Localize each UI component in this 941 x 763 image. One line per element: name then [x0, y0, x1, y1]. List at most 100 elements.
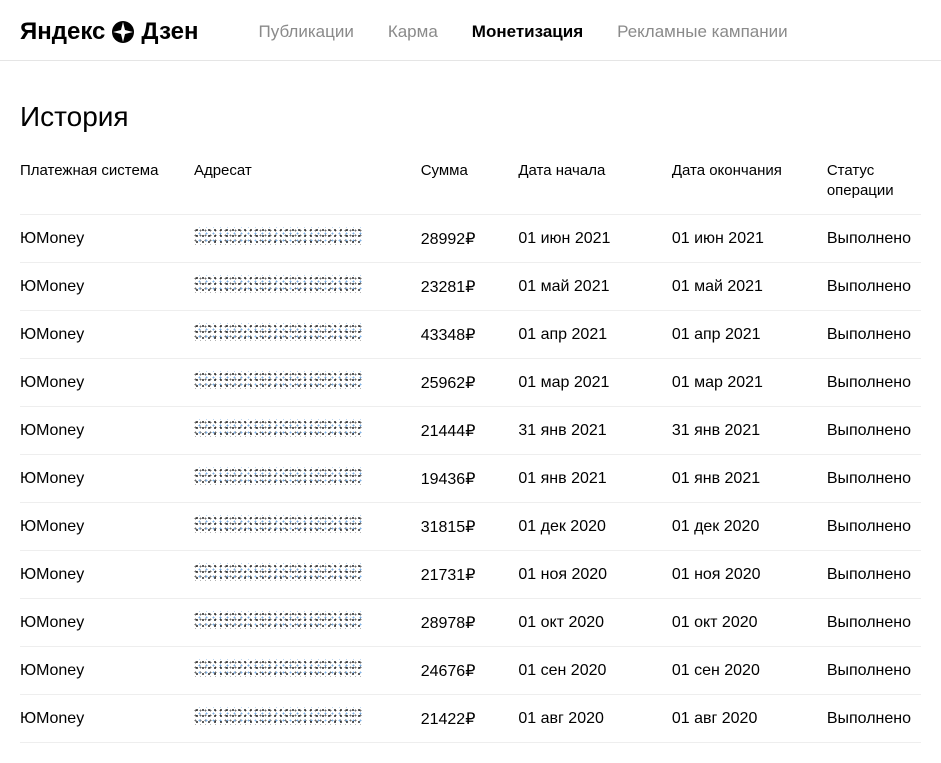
table-row: ЮMoney2467601 сен 202001 сен 2020Выполне… [20, 647, 921, 695]
cell-status: Выполнено [827, 599, 921, 647]
cell-payment-system: ЮMoney [20, 599, 194, 647]
cell-amount: 28978 [421, 599, 519, 647]
th-end-date: Дата окончания [672, 161, 827, 215]
cell-status: Выполнено [827, 647, 921, 695]
cell-end-date: 01 дек 2020 [672, 503, 827, 551]
table-row: ЮMoney2328101 май 202101 май 2021Выполне… [20, 263, 921, 311]
cell-amount: 21422 [421, 695, 519, 743]
table-row: ЮMoney2173101 ноя 202001 ноя 2020Выполне… [20, 551, 921, 599]
header: Яндекс Дзен Публикации Карма Монетизация… [0, 0, 941, 61]
cell-recipient [194, 215, 421, 263]
th-start-date: Дата начала [518, 161, 671, 215]
cell-recipient [194, 359, 421, 407]
cell-recipient [194, 647, 421, 695]
logo-text-dzen: Дзен [141, 18, 198, 46]
cell-recipient [194, 599, 421, 647]
table-header-row: Платежная система Адресат Сумма Дата нач… [20, 161, 921, 215]
cell-status: Выполнено [827, 263, 921, 311]
cell-amount: 23281 [421, 263, 519, 311]
main-nav: Публикации Карма Монетизация Рекламные к… [259, 22, 788, 42]
cell-recipient [194, 455, 421, 503]
logo-text-yandex: Яндекс [20, 18, 105, 46]
logo[interactable]: Яндекс Дзен [20, 18, 199, 46]
cell-end-date: 01 авг 2020 [672, 695, 827, 743]
star-icon [111, 20, 135, 44]
cell-start-date: 01 май 2021 [518, 263, 671, 311]
cell-recipient [194, 263, 421, 311]
cell-start-date: 01 ноя 2020 [518, 551, 671, 599]
history-table: Платежная система Адресат Сумма Дата нач… [20, 161, 921, 743]
cell-status: Выполнено [827, 551, 921, 599]
cell-end-date: 01 сен 2020 [672, 647, 827, 695]
cell-payment-system: ЮMoney [20, 551, 194, 599]
redacted-recipient [194, 563, 364, 581]
cell-start-date: 01 мар 2021 [518, 359, 671, 407]
th-recipient: Адресат [194, 161, 421, 215]
cell-start-date: 31 янв 2021 [518, 407, 671, 455]
content: История Платежная система Адресат Сумма … [0, 61, 941, 763]
table-row: ЮMoney2142201 авг 202001 авг 2020Выполне… [20, 695, 921, 743]
redacted-recipient [194, 371, 364, 389]
redacted-recipient [194, 515, 364, 533]
table-row: ЮMoney3181501 дек 202001 дек 2020Выполне… [20, 503, 921, 551]
table-row: ЮMoney2897801 окт 202001 окт 2020Выполне… [20, 599, 921, 647]
cell-recipient [194, 407, 421, 455]
cell-payment-system: ЮMoney [20, 311, 194, 359]
cell-payment-system: ЮMoney [20, 215, 194, 263]
cell-start-date: 01 янв 2021 [518, 455, 671, 503]
cell-payment-system: ЮMoney [20, 455, 194, 503]
redacted-recipient [194, 323, 364, 341]
cell-end-date: 01 июн 2021 [672, 215, 827, 263]
cell-end-date: 01 мар 2021 [672, 359, 827, 407]
cell-payment-system: ЮMoney [20, 359, 194, 407]
cell-payment-system: ЮMoney [20, 263, 194, 311]
cell-amount: 19436 [421, 455, 519, 503]
cell-recipient [194, 503, 421, 551]
cell-status: Выполнено [827, 359, 921, 407]
cell-end-date: 01 янв 2021 [672, 455, 827, 503]
redacted-recipient [194, 707, 364, 725]
cell-status: Выполнено [827, 455, 921, 503]
th-payment-system: Платежная система [20, 161, 194, 215]
cell-status: Выполнено [827, 215, 921, 263]
redacted-recipient [194, 467, 364, 485]
cell-amount: 21731 [421, 551, 519, 599]
cell-status: Выполнено [827, 503, 921, 551]
cell-payment-system: ЮMoney [20, 647, 194, 695]
cell-recipient [194, 695, 421, 743]
redacted-recipient [194, 611, 364, 629]
th-status: Статус операции [827, 161, 921, 215]
cell-amount: 43348 [421, 311, 519, 359]
cell-status: Выполнено [827, 311, 921, 359]
table-row: ЮMoney4334801 апр 202101 апр 2021Выполне… [20, 311, 921, 359]
table-row: ЮMoney1943601 янв 202101 янв 2021Выполне… [20, 455, 921, 503]
cell-start-date: 01 сен 2020 [518, 647, 671, 695]
cell-recipient [194, 311, 421, 359]
cell-status: Выполнено [827, 695, 921, 743]
cell-amount: 25962 [421, 359, 519, 407]
cell-start-date: 01 дек 2020 [518, 503, 671, 551]
cell-start-date: 01 авг 2020 [518, 695, 671, 743]
cell-amount: 24676 [421, 647, 519, 695]
cell-recipient [194, 551, 421, 599]
table-row: ЮMoney2144431 янв 202131 янв 2021Выполне… [20, 407, 921, 455]
cell-end-date: 01 май 2021 [672, 263, 827, 311]
cell-payment-system: ЮMoney [20, 695, 194, 743]
table-row: ЮMoney2596201 мар 202101 мар 2021Выполне… [20, 359, 921, 407]
cell-payment-system: ЮMoney [20, 407, 194, 455]
cell-amount: 31815 [421, 503, 519, 551]
cell-amount: 28992 [421, 215, 519, 263]
nav-ad-campaigns[interactable]: Рекламные кампании [617, 22, 788, 42]
redacted-recipient [194, 419, 364, 437]
cell-end-date: 01 окт 2020 [672, 599, 827, 647]
redacted-recipient [194, 227, 364, 245]
nav-publications[interactable]: Публикации [259, 22, 354, 42]
nav-karma[interactable]: Карма [388, 22, 438, 42]
th-amount: Сумма [421, 161, 519, 215]
cell-status: Выполнено [827, 407, 921, 455]
cell-end-date: 01 ноя 2020 [672, 551, 827, 599]
cell-start-date: 01 апр 2021 [518, 311, 671, 359]
cell-payment-system: ЮMoney [20, 503, 194, 551]
nav-monetization[interactable]: Монетизация [472, 22, 583, 42]
table-row: ЮMoney2899201 июн 202101 июн 2021Выполне… [20, 215, 921, 263]
